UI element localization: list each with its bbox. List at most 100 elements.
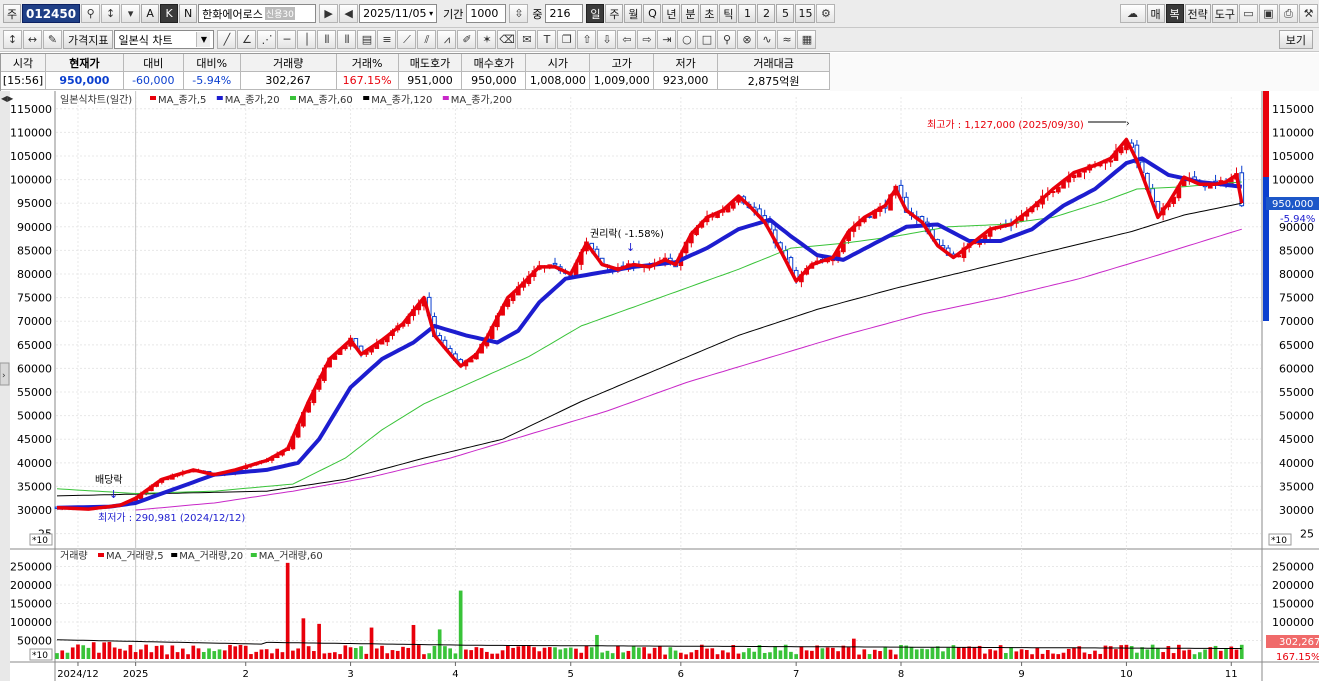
dropdown-icon[interactable]: ▾ — [121, 4, 141, 23]
period-tool-icon[interactable]: ⦀ — [337, 30, 357, 49]
search-icon[interactable]: ⚲ — [81, 4, 101, 23]
price-tick-label: 95000 — [17, 197, 52, 210]
arrow-left-icon[interactable]: ⇦ — [617, 30, 637, 49]
stock-name: 한화에어로스 — [202, 7, 263, 21]
range-5[interactable]: 5 — [776, 4, 795, 23]
back-icon[interactable]: ◀ — [339, 4, 359, 23]
range-day[interactable]: 일 — [586, 4, 605, 23]
parallel-tool-icon[interactable]: ⫽ — [417, 30, 437, 49]
text-tool-icon[interactable]: T — [537, 30, 557, 49]
volume-tick-label: 150000 — [10, 598, 52, 611]
volume-bar — [616, 646, 620, 659]
folder-icon[interactable]: ▭ — [1239, 4, 1258, 23]
pen-tool-icon[interactable]: ✐ — [457, 30, 477, 49]
vline-tool-icon[interactable]: │ — [297, 30, 317, 49]
eraser-icon[interactable]: ⌫ — [497, 30, 517, 49]
sort-icon[interactable]: ↕ — [101, 4, 121, 23]
volume-bar — [668, 647, 673, 659]
play-icon[interactable]: ▶ — [319, 4, 339, 23]
line-tool-icon[interactable]: ╱ — [217, 30, 237, 49]
range-month[interactable]: 월 — [624, 4, 643, 23]
range-second[interactable]: 초 — [700, 4, 719, 23]
volume-bar — [600, 652, 605, 659]
magic-tool-icon[interactable]: ✶ — [477, 30, 497, 49]
quote-low: 923,000 — [654, 72, 719, 90]
zoom-icon[interactable]: ⚲ — [717, 30, 737, 49]
view-input[interactable]: 216 — [545, 4, 584, 23]
price-tick-label-right: 50000 — [1279, 410, 1314, 423]
collapse-icon[interactable]: ◀▶ — [1, 94, 14, 103]
channel-tool-icon[interactable]: ⫴ — [317, 30, 337, 49]
save-icon[interactable]: ▣ — [1259, 4, 1278, 23]
cloud-icon[interactable]: ☁ — [1119, 4, 1146, 23]
price-indicator-button[interactable]: 가격지표 — [63, 30, 114, 49]
view-button[interactable]: 보기 — [1278, 30, 1313, 49]
range-15[interactable]: 15 — [795, 4, 816, 23]
edit-icon[interactable]: ✎ — [43, 30, 62, 49]
range-1[interactable]: 1 — [738, 4, 757, 23]
circle-tool-icon[interactable]: ○ — [677, 30, 697, 49]
a-button[interactable]: A — [141, 4, 160, 23]
range-quarter[interactable]: Q — [643, 4, 662, 23]
chart-type-select[interactable]: 일본식 차트 ▼ — [114, 30, 215, 49]
hline-tool-icon[interactable]: ─ — [277, 30, 297, 49]
pattern-tool-icon[interactable]: ⩘ — [437, 30, 457, 49]
scale-icon[interactable]: ⇳ — [509, 4, 529, 23]
quote-filler — [830, 53, 1319, 91]
compound-button[interactable]: 복 — [1165, 4, 1184, 23]
tools-button[interactable]: 도구 — [1211, 4, 1238, 23]
left-scroll-strip[interactable] — [0, 91, 10, 681]
stock-name-field[interactable]: 한화에어로스 신용30 — [198, 4, 317, 23]
range-year[interactable]: 년 — [662, 4, 681, 23]
chart-icon[interactable]: ▦ — [797, 30, 817, 49]
wave-icon[interactable]: ∿ — [757, 30, 777, 49]
quote-header-row: 시각 현재가 대비 대비% 거래량 거래% 매도호가 매수호가 시가 고가 저가… — [1, 54, 830, 72]
range-2[interactable]: 2 — [757, 4, 776, 23]
k-button[interactable]: K — [160, 4, 179, 23]
target-icon[interactable]: ⊗ — [737, 30, 757, 49]
range-tick[interactable]: 틱 — [719, 4, 738, 23]
range-week[interactable]: 주 — [605, 4, 624, 23]
quote-change: -60,000 — [123, 72, 184, 90]
ruler-tool-icon[interactable]: ⟋ — [397, 30, 417, 49]
strategy-button[interactable]: 전략 — [1184, 4, 1211, 23]
volume-bar — [1187, 649, 1192, 659]
volume-bar — [1197, 652, 1202, 659]
date-field[interactable]: 2025/11/05 ▾ — [359, 4, 438, 23]
date-tick-label: 2025 — [123, 669, 148, 680]
period-input[interactable]: 1000 — [466, 4, 507, 23]
grid-tool-icon[interactable]: ▤ — [357, 30, 377, 49]
print-icon[interactable]: ⎙ — [1279, 4, 1298, 23]
range-minute[interactable]: 분 — [681, 4, 700, 23]
volume-bar — [553, 647, 557, 659]
fan-tool-icon[interactable]: ⋰ — [257, 30, 277, 49]
copy-icon[interactable]: ❐ — [557, 30, 577, 49]
volume-bar — [715, 654, 720, 659]
volume-bar — [1082, 652, 1087, 659]
stock-code-input[interactable]: 012450 — [22, 4, 81, 23]
arrow-right-icon[interactable]: ⇨ — [637, 30, 657, 49]
arrow-down-icon[interactable]: ⇩ — [597, 30, 617, 49]
n-button[interactable]: N — [179, 4, 198, 23]
settings-icon[interactable]: ⚙ — [816, 4, 836, 23]
chevron-down-icon: ▼ — [196, 32, 211, 47]
volume-bar — [1024, 649, 1029, 659]
trade-button[interactable]: 매 — [1146, 4, 1165, 23]
market-button[interactable]: 주 — [3, 4, 21, 23]
angle-tool-icon[interactable]: ∠ — [237, 30, 257, 49]
wrench-icon[interactable]: ⚒ — [1299, 4, 1318, 23]
volume-bar — [1061, 652, 1066, 659]
export-icon[interactable]: ⇥ — [657, 30, 677, 49]
arrow-up-icon[interactable]: ⇧ — [577, 30, 597, 49]
updown-arrow-icon[interactable]: ↕ — [3, 30, 22, 49]
rect-tool-icon[interactable]: □ — [697, 30, 717, 49]
note-icon[interactable]: ✉ — [517, 30, 537, 49]
leftright-arrow-icon[interactable]: ↔ — [23, 30, 42, 49]
price-chart[interactable]: ◀▶ › 25253000030000350003500040000400004… — [0, 91, 1319, 681]
volume-bar — [579, 652, 584, 659]
fibo-tool-icon[interactable]: ≡ — [377, 30, 397, 49]
volume-bar — [1035, 647, 1040, 659]
wave2-icon[interactable]: ≈ — [777, 30, 797, 49]
volume-bar — [254, 651, 259, 659]
current-price-label: 950,000 — [1272, 199, 1313, 210]
